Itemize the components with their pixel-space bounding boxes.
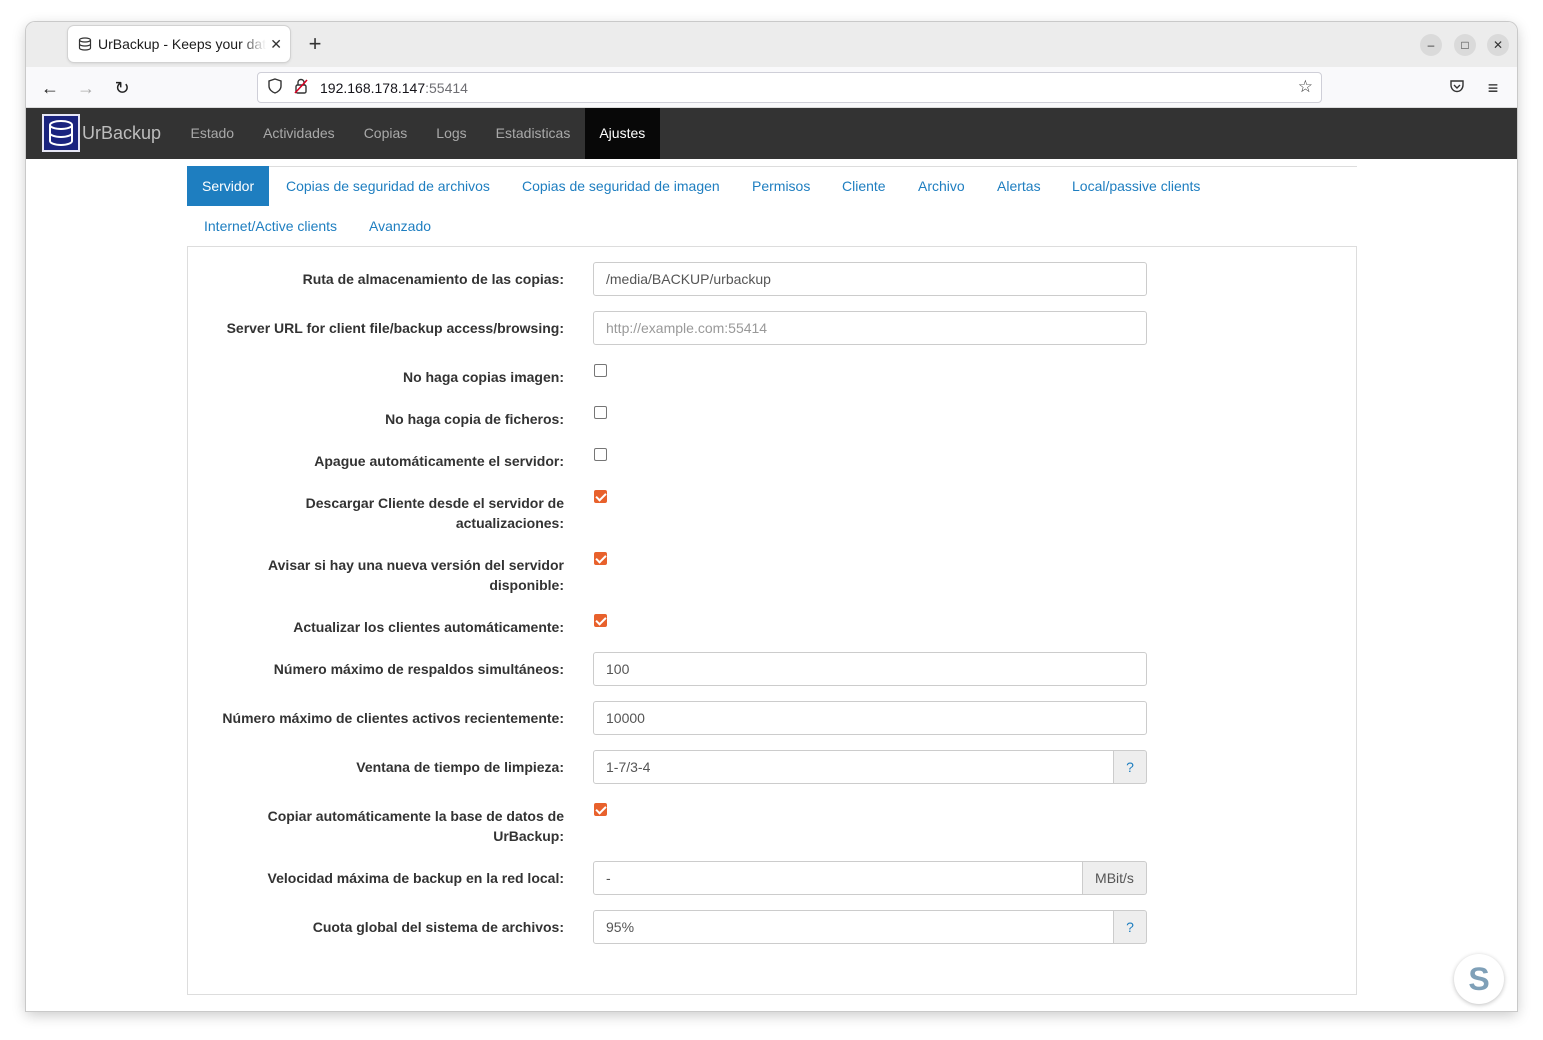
- no-file-backups-label: No haga copia de ficheros:: [385, 411, 564, 427]
- tab-local-passive[interactable]: Local/passive clients: [1057, 166, 1215, 206]
- tab-image-backups[interactable]: Copias de seguridad de imagen: [507, 166, 735, 206]
- settings-panel: Ruta de almacenamiento de las copias: /m…: [187, 246, 1357, 995]
- close-tab-icon[interactable]: ✕: [270, 36, 282, 53]
- url-bar[interactable]: 192.168.178.147:55414 ☆: [257, 72, 1322, 103]
- download-client-checkbox[interactable]: [594, 490, 607, 503]
- global-quota-label: Cuota global del sistema de archivos:: [312, 919, 564, 935]
- bookmark-star-icon[interactable]: ☆: [1298, 77, 1313, 97]
- database-icon: [78, 37, 92, 51]
- close-window-icon[interactable]: ✕: [1487, 34, 1509, 56]
- tab-internet-active[interactable]: Internet/Active clients: [189, 206, 352, 246]
- speed-unit-addon: MBit/s: [1083, 861, 1147, 895]
- menu-icon[interactable]: ≡: [1479, 75, 1507, 101]
- storage-path-label: Ruta de almacenamiento de las copias:: [302, 271, 564, 287]
- no-image-backups-label: No haga copias imagen:: [402, 369, 564, 385]
- url-port: :55414: [425, 79, 468, 96]
- tab-alertas[interactable]: Alertas: [982, 166, 1056, 206]
- shield-icon[interactable]: [266, 77, 284, 98]
- url-host: 192.168.178.147: [320, 79, 426, 96]
- tab-cliente[interactable]: Cliente: [827, 166, 901, 206]
- server-url-input[interactable]: http://example.com:55414: [593, 311, 1147, 345]
- site-watermark-logo: S: [1454, 954, 1504, 1004]
- no-image-backups-checkbox[interactable]: [594, 364, 607, 377]
- backup-database-label-line2: UrBackup:: [493, 828, 564, 844]
- auto-update-clients-label: Actualizar los clientes automáticamente:: [293, 619, 564, 635]
- main-nav: Estado Actividades Copias Logs Estadisti…: [176, 108, 660, 159]
- max-recent-clients-label: Número máximo de clientes activos recien…: [222, 710, 564, 726]
- notify-new-version-label: Avisar si hay una nueva versión del serv…: [204, 555, 564, 595]
- nav-actividades[interactable]: Actividades: [249, 108, 350, 159]
- download-client-label-line2: actualizaciones:: [455, 515, 564, 531]
- navigation-bar: ← → ↻ 192.168.178.147:55414 ☆ ≡: [26, 67, 1517, 108]
- tab-servidor[interactable]: Servidor: [187, 166, 270, 206]
- cleanup-window-help-button[interactable]: ?: [1114, 750, 1147, 784]
- max-local-speed-label: Velocidad máxima de backup en la red loc…: [267, 870, 564, 886]
- download-client-label: Descargar Cliente desde el servidor de a…: [204, 493, 564, 533]
- notify-new-version-checkbox[interactable]: [594, 552, 607, 565]
- tab-title: UrBackup - Keeps your data safe: [98, 36, 267, 52]
- tab-avanzado[interactable]: Avanzado: [354, 206, 446, 246]
- nav-copias[interactable]: Copias: [349, 108, 422, 159]
- nav-estado[interactable]: Estado: [176, 108, 249, 159]
- tab-permisos[interactable]: Permisos: [737, 166, 825, 206]
- backup-database-label-line1: Copiar automáticamente la base de datos …: [267, 808, 564, 824]
- new-tab-button[interactable]: +: [302, 30, 328, 58]
- tab-archivo[interactable]: Archivo: [903, 166, 980, 206]
- app-navbar: UrBackup Estado Actividades Copias Logs …: [26, 108, 1517, 159]
- minimize-icon[interactable]: –: [1420, 34, 1442, 56]
- nav-estadisticas[interactable]: Estadisticas: [481, 108, 585, 159]
- forward-icon[interactable]: →: [72, 75, 100, 101]
- cleanup-window-label: Ventana de tiempo de limpieza:: [356, 759, 564, 775]
- notify-new-version-label-line2: disponible:: [489, 577, 564, 593]
- download-client-label-line1: Descargar Cliente desde el servidor de: [305, 495, 564, 511]
- backup-database-checkbox[interactable]: [594, 803, 607, 816]
- insecure-lock-icon[interactable]: [292, 78, 310, 97]
- no-file-backups-checkbox[interactable]: [594, 406, 607, 419]
- global-quota-help-button[interactable]: ?: [1114, 910, 1147, 944]
- max-local-speed-input[interactable]: -: [593, 861, 1083, 895]
- notify-new-version-label-line1: Avisar si hay una nueva versión del serv…: [268, 557, 564, 573]
- cleanup-window-input[interactable]: 1-7/3-4: [593, 750, 1114, 784]
- auto-update-clients-checkbox[interactable]: [594, 614, 607, 627]
- urbackup-logo[interactable]: [42, 114, 80, 152]
- auto-shutdown-label: Apague automáticamente el servidor:: [314, 453, 564, 469]
- browser-tab[interactable]: UrBackup - Keeps your data safe ✕: [68, 26, 290, 62]
- auto-shutdown-checkbox[interactable]: [594, 448, 607, 461]
- max-simultaneous-label: Número máximo de respaldos simultáneos:: [273, 661, 564, 677]
- browser-window: UrBackup - Keeps your data safe ✕ + – □ …: [26, 22, 1517, 1011]
- tab-file-backups[interactable]: Copias de seguridad de archivos: [271, 166, 505, 206]
- tab-strip: UrBackup - Keeps your data safe ✕ + – □ …: [26, 22, 1517, 67]
- backup-database-label: Copiar automáticamente la base de datos …: [204, 806, 564, 846]
- global-quota-input[interactable]: 95%: [593, 910, 1114, 944]
- max-recent-clients-input[interactable]: 10000: [593, 701, 1147, 735]
- nav-ajustes[interactable]: Ajustes: [584, 108, 660, 159]
- storage-path-input[interactable]: /media/BACKUP/urbackup: [593, 262, 1147, 296]
- maximize-icon[interactable]: □: [1454, 34, 1476, 56]
- back-icon[interactable]: ←: [36, 75, 64, 101]
- reload-icon[interactable]: ↻: [108, 75, 136, 101]
- pocket-icon[interactable]: [1443, 75, 1471, 101]
- max-simultaneous-input[interactable]: 100: [593, 652, 1147, 686]
- brand-name[interactable]: UrBackup: [82, 123, 161, 144]
- server-url-label: Server URL for client file/backup access…: [226, 320, 564, 336]
- nav-logs[interactable]: Logs: [422, 108, 481, 159]
